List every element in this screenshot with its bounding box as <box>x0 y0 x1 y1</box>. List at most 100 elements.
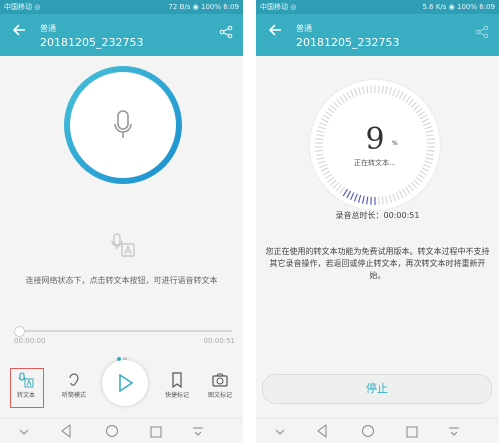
progress-tick <box>392 88 397 97</box>
chevron-down-icon[interactable] <box>18 423 30 442</box>
transcribe-button[interactable]: 转文本 <box>6 372 46 399</box>
notification-shade-icon[interactable] <box>448 423 460 442</box>
progress-tick <box>378 85 380 94</box>
home-circle-icon[interactable] <box>361 423 375 442</box>
battery-level: 100 <box>457 3 471 11</box>
app-bar: 普通 20181205_232753 <box>256 14 499 56</box>
back-arrow-icon[interactable] <box>268 23 282 37</box>
progress-tick <box>332 181 340 189</box>
progress-tick <box>335 98 343 106</box>
status-right: 72 B/s ◉ 100% 6:09 <box>168 3 239 11</box>
bookmark-icon <box>172 372 182 388</box>
chevron-down-icon[interactable] <box>274 423 286 442</box>
quick-mark-button[interactable]: 快捷标记 <box>157 372 197 399</box>
progress-tick <box>324 110 333 117</box>
trial-info-text: 您正在使用的转文本功能为免费试用版本。转文本过程中不支持其它录音操作，若返回或停… <box>265 247 490 280</box>
progress-tick <box>342 93 348 102</box>
share-icon <box>475 25 489 39</box>
photo-mark-button[interactable]: 图文标记 <box>200 372 240 399</box>
network-speed: 5.6 K/s <box>422 3 447 11</box>
total-duration: 录音总时长：00:00:51 <box>335 211 420 220</box>
share-icon[interactable] <box>219 25 233 39</box>
speech-to-text-icon <box>18 372 34 388</box>
progress-tick <box>415 107 423 114</box>
stop-button[interactable]: 停止 <box>262 374 492 404</box>
playback-track[interactable] <box>18 330 232 332</box>
play-icon <box>119 374 134 392</box>
total-time: 00:00:51 <box>203 337 235 345</box>
speech-to-text-icon <box>111 233 135 257</box>
camera-icon <box>212 373 228 387</box>
progress-tick <box>395 192 400 201</box>
right-screen: 中国移动 ◎ 5.6 K/s ◉ 100% 6:09 普通 20181205_2… <box>256 0 499 443</box>
ear-icon <box>69 373 79 386</box>
earpiece-label: 听筒模式 <box>61 392 86 399</box>
progress-tick <box>417 173 426 180</box>
progress-tick <box>366 85 369 94</box>
progress-tick <box>388 87 393 96</box>
progress-tick <box>413 179 420 186</box>
status-right: 5.6 K/s ◉ 100% 6:09 <box>422 3 495 11</box>
progress-tick <box>407 98 415 106</box>
conversion-progress-ring: 9 % 正在转文本… <box>310 80 440 210</box>
progress-tick <box>327 176 335 183</box>
back-triangle-icon[interactable] <box>316 423 328 442</box>
clock: 6:09 <box>223 3 239 11</box>
progress-tick <box>357 194 362 203</box>
system-nav-bar <box>0 418 243 443</box>
progress-tick <box>398 91 404 100</box>
progress-tick <box>405 96 411 104</box>
back-arrow-icon[interactable] <box>12 23 26 37</box>
progress-tick <box>366 196 369 205</box>
recording-name: 20181205_232753 <box>40 36 144 49</box>
back-triangle-icon[interactable] <box>60 423 72 442</box>
converting-label: 正在转文本… <box>354 159 396 167</box>
recording-name: 20181205_232753 <box>296 36 400 49</box>
progress-tick <box>378 196 380 205</box>
record-circle[interactable] <box>64 66 182 184</box>
play-button[interactable] <box>102 360 148 406</box>
progress-tick <box>381 85 384 94</box>
progress-tick <box>332 101 340 109</box>
progress-tick <box>339 186 345 194</box>
playback-knob[interactable] <box>14 326 25 337</box>
progress-tick <box>388 194 393 203</box>
system-nav-bar <box>256 418 499 443</box>
network-speed: 72 B/s <box>168 3 191 11</box>
progress-tick <box>327 107 335 114</box>
progress-tick <box>320 167 329 172</box>
progress-tick <box>330 104 337 111</box>
elapsed-time: 00:00:00 <box>14 337 46 345</box>
progress-tick <box>407 184 415 192</box>
progress-tick <box>353 88 358 97</box>
progress-tick <box>353 193 358 202</box>
status-bar: 中国移动 ◎ 5.6 K/s ◉ 100% 6:09 <box>256 0 499 14</box>
recents-square-icon[interactable] <box>150 423 162 442</box>
progress-tick <box>339 96 345 104</box>
progress-tick <box>350 192 355 201</box>
progress-tick <box>419 170 428 176</box>
progress-tick <box>324 173 333 180</box>
progress-tick <box>410 101 418 109</box>
wifi-icon: ◉ <box>448 3 455 11</box>
photo-mark-label: 图文标记 <box>207 392 232 399</box>
transcribe-label: 转文本 <box>16 392 35 399</box>
status-carrier: 中国移动 ◎ <box>4 3 41 11</box>
progress-tick <box>350 89 355 98</box>
progress-tick <box>385 86 389 95</box>
progress-tick <box>330 179 337 186</box>
progress-tick <box>395 89 400 98</box>
progress-tick <box>398 190 404 199</box>
record-circle-inner <box>70 72 176 178</box>
progress-tick <box>370 196 372 205</box>
progress-tick <box>415 176 423 183</box>
notification-shade-icon[interactable] <box>192 423 204 442</box>
app-bar: 普通 20181205_232753 <box>0 14 243 56</box>
recents-square-icon[interactable] <box>406 423 418 442</box>
battery-level: 100 <box>201 3 215 11</box>
earpiece-mode-button[interactable]: 听筒模式 <box>54 372 94 399</box>
progress-tick <box>421 167 430 172</box>
home-circle-icon[interactable] <box>105 423 119 442</box>
progress-tick <box>361 86 365 95</box>
progress-tick <box>370 85 372 94</box>
